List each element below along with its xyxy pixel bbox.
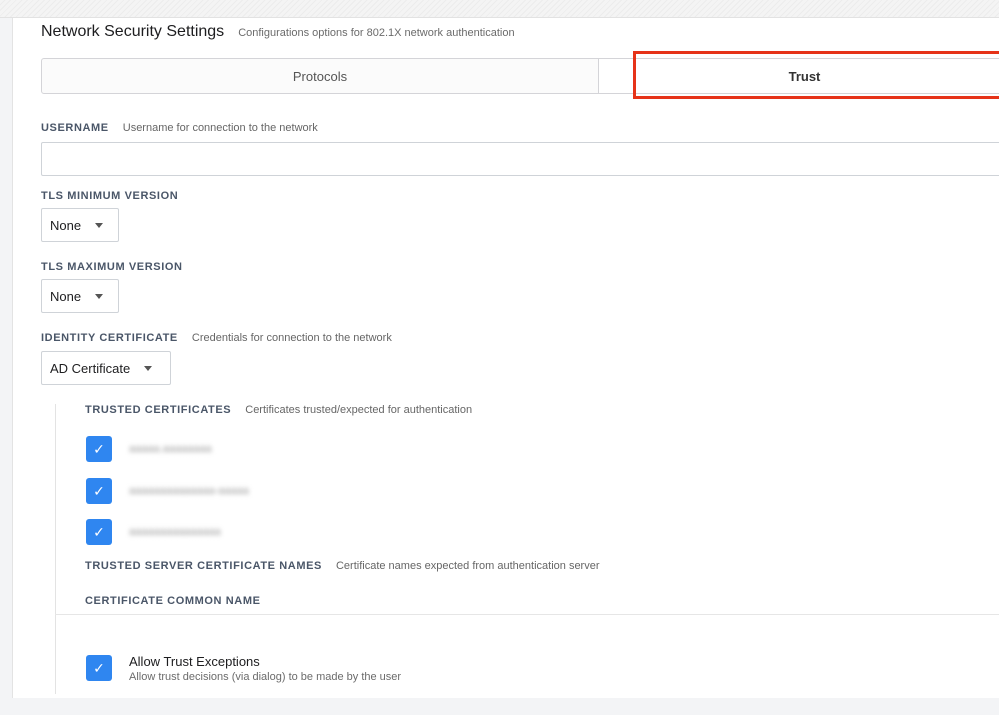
trusted-certificates-label-row: TRUSTED CERTIFICATES Certificates truste…	[85, 404, 472, 416]
top-strip	[0, 0, 999, 18]
trusted-certificates-label: TRUSTED CERTIFICATES	[85, 404, 232, 416]
section-header: Network Security Settings Configurations…	[41, 23, 515, 41]
username-description: Username for connection to the network	[122, 122, 318, 134]
checkmark-icon: ✓	[93, 523, 105, 540]
chevron-down-icon	[144, 365, 153, 371]
page-title: Network Security Settings	[41, 23, 225, 40]
tls-max-label-row: TLS MAXIMUM VERSION	[41, 261, 183, 273]
trusted-cert-name-3: aaaaaaaaaaaaaaa	[129, 526, 221, 538]
trusted-cert-checkbox-2[interactable]: ✓	[86, 478, 112, 504]
allow-trust-exceptions-checkbox[interactable]: ✓	[86, 655, 112, 681]
allow-trust-exceptions-title: Allow Trust Exceptions	[129, 654, 260, 669]
trusted-cert-name-2: aaaaaaaaaaaaaa-aaaaa	[129, 485, 249, 497]
identity-certificate-label: IDENTITY CERTIFICATE	[41, 332, 178, 344]
checkmark-icon: ✓	[93, 440, 105, 457]
chevron-down-icon	[95, 293, 104, 299]
trusted-cert-name-1: aaaaa.aaaaaaaa	[129, 443, 212, 455]
checkmark-icon: ✓	[93, 482, 105, 499]
common-name-label: CERTIFICATE COMMON NAME	[85, 595, 261, 607]
page-subtitle: Configurations options for 802.1X networ…	[238, 27, 515, 39]
tls-min-label-row: TLS MINIMUM VERSION	[41, 190, 178, 202]
allow-trust-exceptions-description: Allow trust decisions (via dialog) to be…	[129, 671, 402, 683]
common-name-label-row: CERTIFICATE COMMON NAME	[85, 595, 261, 607]
trusted-server-names-description: Certificate names expected from authenti…	[335, 560, 600, 572]
identity-certificate-description: Credentials for connection to the networ…	[191, 332, 392, 344]
identity-certificate-value: AD Certificate	[50, 360, 131, 376]
checkmark-icon: ✓	[93, 659, 105, 676]
trusted-cert-checkbox-1[interactable]: ✓	[86, 436, 112, 462]
tls-max-select[interactable]: None	[41, 279, 119, 313]
trusted-server-names-label-row: TRUSTED SERVER CERTIFICATE NAMES Certifi…	[85, 560, 600, 572]
identity-certificate-select[interactable]: AD Certificate	[41, 351, 171, 385]
trusted-cert-checkbox-3[interactable]: ✓	[86, 519, 112, 545]
tab-trust[interactable]: Trust	[599, 59, 999, 93]
username-input[interactable]	[41, 142, 999, 176]
tls-min-label: TLS MINIMUM VERSION	[41, 190, 179, 202]
divider	[55, 614, 999, 615]
settings-panel: Network Security Settings Configurations…	[12, 18, 999, 698]
chevron-down-icon	[95, 222, 104, 228]
trusted-certificates-description: Certificates trusted/expected for authen…	[245, 404, 473, 416]
username-label-row: USERNAME Username for connection to the …	[41, 122, 318, 134]
tls-max-label: TLS MAXIMUM VERSION	[41, 261, 183, 273]
tls-max-value: None	[50, 288, 82, 304]
tls-min-select[interactable]: None	[41, 208, 119, 242]
trusted-server-names-label: TRUSTED SERVER CERTIFICATE NAMES	[85, 560, 322, 572]
tab-protocols[interactable]: Protocols	[42, 59, 599, 93]
identity-certificate-label-row: IDENTITY CERTIFICATE Credentials for con…	[41, 332, 392, 344]
tls-min-value: None	[50, 217, 82, 233]
tab-bar: Protocols Trust	[41, 58, 999, 94]
username-label: USERNAME	[41, 122, 109, 134]
